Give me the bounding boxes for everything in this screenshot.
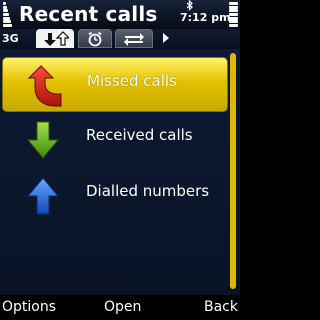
open-softkey[interactable]: Open [104,299,141,315]
tab-scroll-right-icon[interactable] [163,33,169,43]
list-item-label: Dialled numbers [86,182,210,200]
back-softkey[interactable]: Back [204,299,238,315]
received-call-arrow-icon [26,121,60,159]
tab-bar: 3G [0,29,240,49]
list-item-missed-calls[interactable]: Missed calls [2,57,228,112]
transfer-arrows-icon [124,32,144,46]
list-item-label: Received calls [86,126,193,144]
missed-call-arrow-icon [27,65,62,107]
list-item-received-calls[interactable]: Received calls [2,112,228,167]
options-softkey[interactable]: Options [2,299,56,315]
tab-call-timers[interactable] [78,29,112,48]
log-arrows-icon [44,30,69,46]
clock-icon [88,31,102,46]
list-item-dialled-numbers[interactable]: Dialled numbers [2,168,228,223]
page-title: Recent calls [19,2,158,26]
tab-call-log[interactable] [36,29,74,48]
dialled-call-arrow-icon [26,177,60,215]
list-item-label: Missed calls [87,72,177,90]
tab-packet-data[interactable] [115,29,153,48]
title-bar: Recent calls 7:12 pm [0,0,240,30]
network-indicator: 3G [2,32,19,45]
signal-strength-icon [3,2,12,27]
clock: 7:12 pm [180,11,231,24]
softkey-bar: Options Open Back [0,295,240,320]
battery-icon [229,2,238,27]
scrollbar[interactable] [230,53,236,289]
